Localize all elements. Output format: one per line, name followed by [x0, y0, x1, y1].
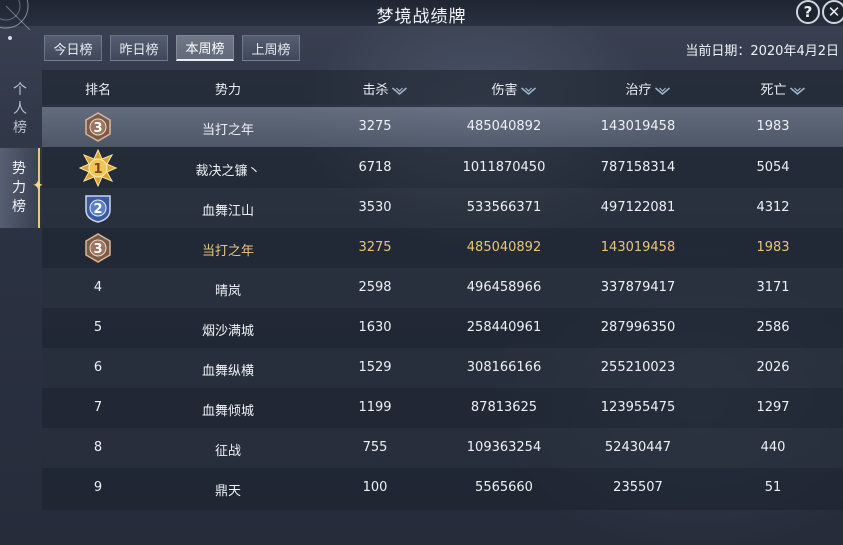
faction-name: 征战 [214, 444, 242, 459]
deaths-value: 5054 [756, 160, 790, 175]
svg-text:2: 2 [93, 202, 102, 217]
header-kills[interactable]: 击杀 [362, 79, 408, 98]
kills-value: 1199 [358, 400, 392, 415]
svg-text:1: 1 [93, 162, 102, 177]
tab-this-week[interactable]: 本周榜 [176, 35, 234, 61]
table-row[interactable]: 1 裁决之镰丶 6718 1011870450 787158314 5054 [42, 148, 843, 188]
deaths-value: 51 [764, 480, 782, 495]
damage-value: 87813625 [470, 400, 538, 415]
table-header: 排名 势力 击杀 伤害 治疗 死亡 [42, 70, 843, 106]
rank-value: 5 [93, 320, 103, 335]
damage-value: 5565660 [475, 480, 533, 495]
close-icon: ✕ [827, 3, 841, 21]
table-row[interactable]: 4 晴岚 2598 496458966 337879417 3171 [42, 268, 843, 308]
table-row[interactable]: 9 鼎天 100 5565660 235507 51 [42, 468, 843, 508]
deaths-value: 1983 [756, 240, 790, 255]
deaths-value: 440 [760, 440, 786, 455]
deaths-value: 4312 [756, 200, 790, 215]
faction-name: 晴岚 [214, 284, 242, 299]
help-icon: ? [803, 3, 813, 21]
healing-value: 337879417 [600, 280, 676, 295]
table-row[interactable]: 3 当打之年 3275 485040892 143019458 1983 [42, 228, 843, 268]
deaths-value: 3171 [756, 280, 790, 295]
healing-value: 123955475 [600, 400, 676, 415]
faction-name: 裁决之镰丶 [195, 164, 261, 179]
table-row[interactable]: 5 烟沙满城 1630 258440961 287996350 2586 [42, 308, 843, 348]
rank-value: 8 [93, 440, 103, 455]
header-deaths[interactable]: 死亡 [760, 79, 806, 98]
rank-value: 7 [93, 400, 103, 415]
deaths-value: 2026 [756, 360, 790, 375]
kills-value: 1630 [358, 320, 392, 335]
faction-name: 当打之年 [201, 123, 255, 138]
healing-value: 255210023 [600, 360, 676, 375]
table-row[interactable]: 2 血舞江山 3530 533566371 497122081 4312 [42, 188, 843, 228]
damage-value: 109363254 [466, 440, 542, 455]
title-bar: 梦境战绩牌 ? ✕ [0, 0, 843, 40]
damage-value: 308166166 [466, 360, 542, 375]
kills-value: 3275 [358, 119, 392, 134]
rank-gold-badge-icon: 1 [79, 149, 117, 187]
kills-value: 3530 [358, 200, 392, 215]
header-faction: 势力 [214, 83, 242, 98]
rank-bronze-badge-icon: 3 [85, 233, 111, 263]
tab-yesterday[interactable]: 昨日榜 [110, 35, 168, 61]
healing-value: 787158314 [600, 160, 676, 175]
healing-value: 287996350 [600, 320, 676, 335]
rank-value: 4 [93, 280, 103, 295]
deaths-value: 1297 [756, 400, 790, 415]
current-date: 当前日期：2020年4月2日 [685, 44, 839, 59]
chevron-down-icon [654, 86, 671, 95]
healing-value: 52430447 [604, 440, 672, 455]
chevron-down-icon [789, 86, 806, 95]
header-healing[interactable]: 治疗 [625, 79, 671, 98]
damage-value: 485040892 [466, 240, 542, 255]
healing-value: 235507 [613, 480, 663, 495]
kills-value: 755 [362, 440, 388, 455]
chevron-down-icon [520, 86, 537, 95]
rank-silver-badge-icon: 2 [85, 195, 111, 223]
kills-value: 2598 [358, 280, 392, 295]
faction-name: 当打之年 [201, 244, 255, 259]
header-rank: 排名 [84, 83, 112, 98]
healing-value: 497122081 [600, 200, 676, 215]
kills-value: 100 [362, 480, 388, 495]
side-tab-personal[interactable]: 个 人 榜 [0, 76, 40, 142]
table-row[interactable]: 7 血舞倾城 1199 87813625 123955475 1297 [42, 388, 843, 428]
damage-value: 533566371 [466, 200, 542, 215]
damage-value: 485040892 [466, 119, 542, 134]
kills-value: 1529 [358, 360, 392, 375]
my-faction-row[interactable]: 3 当打之年 3275 485040892 143019458 1983 [42, 107, 843, 147]
chevron-down-icon [391, 86, 408, 95]
svg-text:3: 3 [93, 242, 102, 257]
leaderboard-table: 排名 势力 击杀 伤害 治疗 死亡 3 当打之年 3275 485040892 … [42, 70, 843, 510]
kills-value: 3275 [358, 240, 392, 255]
rank-value: 6 [93, 360, 103, 375]
header-damage[interactable]: 伤害 [491, 79, 537, 98]
kills-value: 6718 [358, 160, 392, 175]
svg-text:3: 3 [93, 121, 102, 136]
faction-name: 血舞纵横 [201, 364, 255, 379]
faction-name: 血舞倾城 [201, 404, 255, 419]
damage-value: 1011870450 [462, 160, 546, 175]
tab-today[interactable]: 今日榜 [44, 35, 102, 61]
period-tabs: 今日榜 昨日榜 本周榜 上周榜 [44, 35, 300, 61]
table-row[interactable]: 6 血舞纵横 1529 308166166 255210023 2026 [42, 348, 843, 388]
damage-value: 496458966 [466, 280, 542, 295]
rank-value: 9 [93, 480, 103, 495]
healing-value: 143019458 [600, 119, 676, 134]
faction-name: 血舞江山 [201, 204, 255, 219]
close-button[interactable]: ✕ [822, 0, 843, 24]
deaths-value: 2586 [756, 320, 790, 335]
damage-value: 258440961 [466, 320, 542, 335]
healing-value: 143019458 [600, 240, 676, 255]
tab-last-week[interactable]: 上周榜 [242, 35, 300, 61]
faction-name: 烟沙满城 [201, 324, 255, 339]
window-title: 梦境战绩牌 [376, 7, 467, 27]
table-row[interactable]: 8 征战 755 109363254 52430447 440 [42, 428, 843, 468]
help-button[interactable]: ? [796, 0, 820, 24]
rank-bronze-badge-icon: 3 [85, 112, 111, 142]
deaths-value: 1983 [756, 119, 790, 134]
faction-name: 鼎天 [214, 484, 242, 499]
